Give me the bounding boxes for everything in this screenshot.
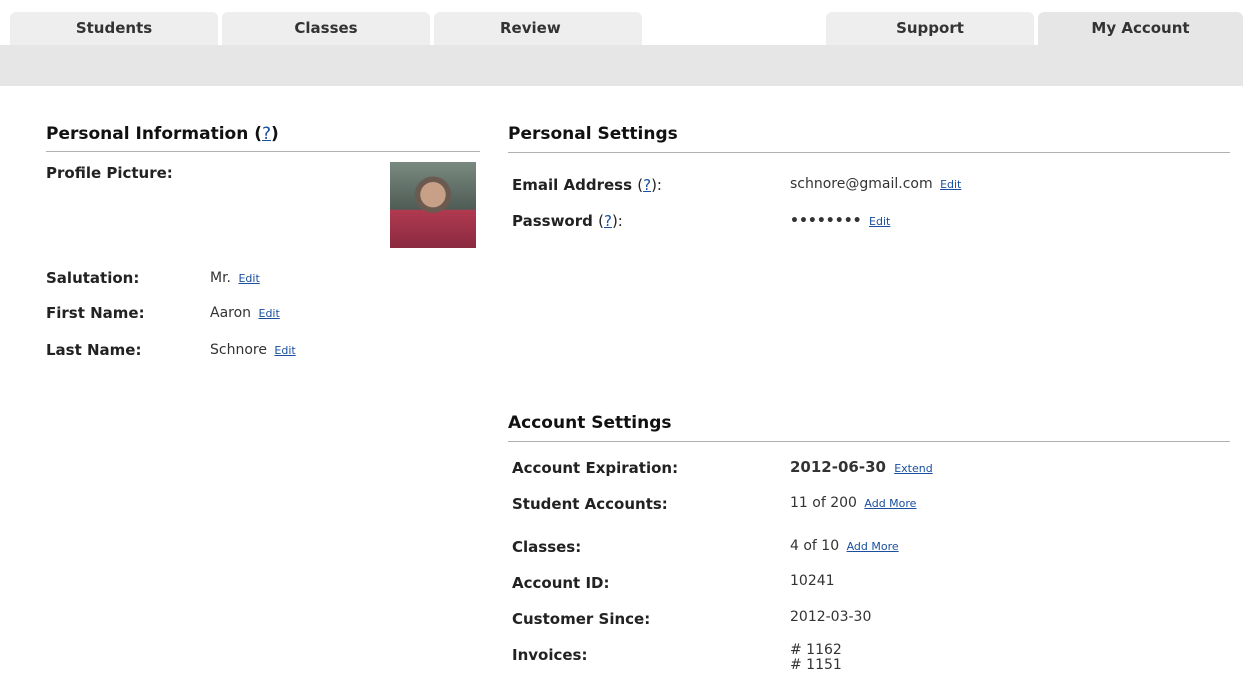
account-expiration-field: 2012-06-30 Extend	[790, 458, 933, 476]
edit-first-name-link[interactable]: Edit	[259, 307, 280, 320]
student-accounts-label: Student Accounts:	[512, 495, 668, 513]
password-label-text: Password	[512, 212, 593, 230]
profile-picture-label: Profile Picture:	[46, 164, 173, 182]
help-link[interactable]: ?	[643, 176, 651, 194]
divider	[46, 151, 480, 152]
top-nav: Students Classes Review Support My Accou…	[0, 0, 1243, 86]
account-id-value: 10241	[790, 573, 835, 589]
first-name-label: First Name:	[46, 304, 145, 322]
heading-text: Personal Information	[46, 124, 249, 144]
account-expiration-label: Account Expiration:	[512, 459, 679, 477]
edit-email-link[interactable]: Edit	[940, 178, 961, 191]
help-link[interactable]: ?	[604, 212, 612, 230]
email-value: schnore@gmail.com	[790, 176, 933, 192]
profile-picture	[390, 162, 476, 248]
account-expiration-value: 2012-06-30	[790, 458, 886, 476]
email-label-text: Email Address	[512, 176, 633, 194]
classes-value: 4 of 10	[790, 538, 840, 554]
student-accounts-field: 11 of 200 Add More	[790, 495, 916, 511]
edit-salutation-link[interactable]: Edit	[238, 272, 259, 285]
first-name-value: Aaron	[210, 305, 252, 321]
personal-settings-heading: Personal Settings	[508, 124, 678, 144]
password-value: ••••••••	[790, 213, 862, 229]
salutation-label: Salutation:	[46, 269, 140, 287]
personal-information-heading: Personal Information (?)	[46, 124, 279, 144]
label-suffix: ):	[651, 176, 662, 194]
last-name-label: Last Name:	[46, 341, 142, 359]
salutation-field: Mr. Edit	[210, 270, 260, 286]
tab-label: Students	[75, 19, 153, 37]
tab-support[interactable]: Support	[826, 12, 1034, 45]
last-name-value: Schnore	[210, 342, 267, 358]
tab-label: Review	[500, 19, 561, 37]
edit-last-name-link[interactable]: Edit	[274, 344, 295, 357]
tab-label: My Account	[1091, 19, 1190, 37]
account-id-label: Account ID:	[512, 574, 610, 592]
edit-password-link[interactable]: Edit	[869, 215, 890, 228]
email-label: Email Address (?):	[512, 176, 662, 194]
tab-review[interactable]: Review	[434, 12, 642, 45]
invoices-label: Invoices:	[512, 646, 588, 664]
last-name-field: Schnore Edit	[210, 342, 296, 358]
email-field: schnore@gmail.com Edit	[790, 176, 961, 192]
divider	[508, 441, 1230, 442]
tab-label: Classes	[294, 19, 358, 37]
label-suffix: ):	[611, 212, 623, 230]
first-name-field: Aaron Edit	[210, 305, 280, 321]
password-field: •••••••• Edit	[790, 213, 890, 229]
extend-link[interactable]: Extend	[894, 462, 933, 475]
divider	[508, 152, 1230, 153]
password-label: Password (?):	[512, 212, 623, 230]
invoices-list: # 1162 # 1151	[790, 643, 842, 673]
tab-my-account[interactable]: My Account	[1038, 12, 1243, 45]
invoice-link[interactable]: # 1162	[790, 643, 842, 658]
student-accounts-value: 11 of 200	[790, 495, 857, 511]
classes-field: 4 of 10 Add More	[790, 538, 899, 554]
tab-strip	[0, 45, 1243, 86]
add-more-classes-link[interactable]: Add More	[847, 540, 899, 553]
classes-label: Classes:	[512, 538, 582, 556]
account-settings-heading: Account Settings	[508, 413, 672, 433]
tab-label: Support	[896, 19, 964, 37]
tab-students[interactable]: Students	[10, 12, 218, 45]
salutation-value: Mr.	[210, 270, 231, 286]
customer-since-label: Customer Since:	[512, 610, 651, 628]
add-more-students-link[interactable]: Add More	[864, 497, 916, 510]
invoice-link[interactable]: # 1151	[790, 658, 842, 673]
tab-classes[interactable]: Classes	[222, 12, 430, 45]
customer-since-value: 2012-03-30	[790, 609, 872, 625]
help-link[interactable]: ?	[262, 124, 271, 144]
